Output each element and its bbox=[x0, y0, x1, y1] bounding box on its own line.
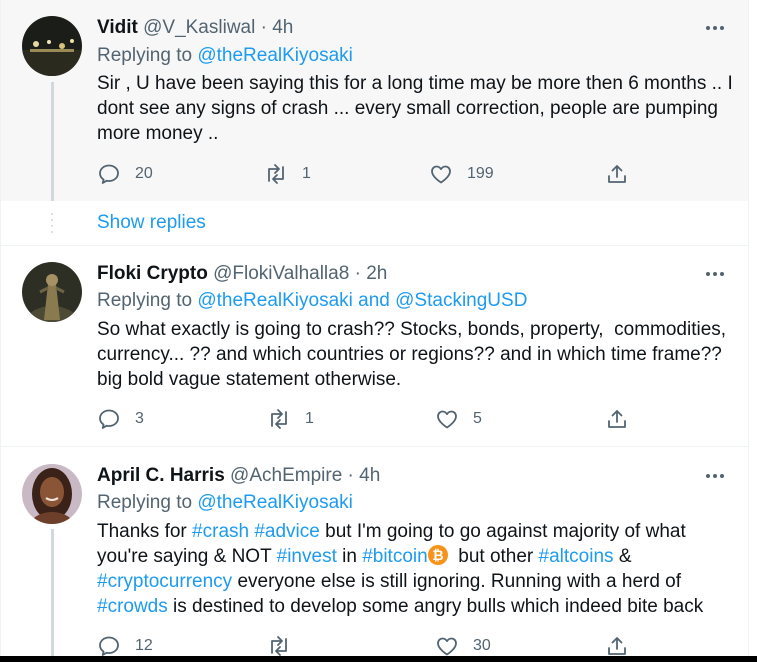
handle[interactable]: @AchEmpire bbox=[230, 465, 342, 486]
reply-icon bbox=[99, 636, 119, 656]
show-replies-link[interactable]: Show replies bbox=[97, 211, 206, 235]
mention-link[interactable]: @theRealKiyosaki bbox=[197, 290, 353, 311]
reply-action[interactable]: 20 bbox=[97, 162, 153, 186]
text-segment: is destined to develop some angry bulls … bbox=[167, 596, 704, 617]
timestamp[interactable]: 4h bbox=[359, 465, 380, 486]
svg-text:₿: ₿ bbox=[432, 548, 443, 564]
dot-separator: · bbox=[354, 263, 361, 284]
avatar[interactable] bbox=[22, 464, 82, 524]
hashtag-link[interactable]: #altcoins bbox=[539, 546, 614, 567]
retweet-action[interactable] bbox=[267, 634, 305, 658]
tweet-april[interactable]: April C. Harris @AchEmpire · 4h Replying… bbox=[1, 447, 748, 662]
reply-count: 12 bbox=[135, 637, 153, 654]
bottom-edge-bar bbox=[0, 656, 757, 662]
tweet-header: Vidit @V_Kasliwal · 4h bbox=[97, 16, 293, 40]
hashtag-link[interactable]: #crash bbox=[192, 521, 249, 542]
reply-icon bbox=[99, 164, 119, 184]
handle[interactable]: @FlokiValhalla8 bbox=[213, 263, 349, 284]
display-name[interactable]: Vidit bbox=[97, 17, 138, 38]
handle[interactable]: @V_Kasliwal bbox=[143, 17, 255, 38]
thread-line bbox=[51, 529, 54, 662]
thread-line bbox=[51, 82, 54, 201]
more-icon[interactable] bbox=[704, 263, 726, 285]
retweet-icon bbox=[268, 164, 284, 184]
text-segment: Thanks for bbox=[97, 521, 193, 542]
text-segment: everyone else is still ignoring. Running… bbox=[232, 571, 687, 592]
retweet-icon bbox=[271, 636, 287, 656]
share-icon bbox=[608, 165, 626, 183]
tweet-floki[interactable]: Floki Crypto @FlokiValhalla8 · 2h Replyi… bbox=[1, 246, 748, 446]
tweet-text: Thanks for #crash #advice but I'm going … bbox=[97, 519, 737, 619]
like-count: 5 bbox=[473, 410, 482, 427]
like-icon bbox=[437, 410, 457, 429]
dot-separator: · bbox=[260, 17, 267, 38]
replying-label: Replying to bbox=[97, 45, 193, 66]
display-name[interactable]: April C. Harris bbox=[97, 465, 225, 486]
hashtag-link[interactable]: #bitcoin bbox=[362, 546, 428, 567]
retweet-action[interactable]: 1 bbox=[264, 162, 311, 186]
hashtag-link[interactable]: #invest bbox=[277, 546, 337, 567]
replying-label: Replying to bbox=[97, 492, 193, 513]
replying-to: Replying to @theRealKiyosaki and @Stacki… bbox=[97, 289, 527, 313]
avatar[interactable] bbox=[22, 262, 82, 322]
reply-icon bbox=[99, 409, 119, 429]
replying-label: Replying to bbox=[97, 290, 193, 311]
mention-link[interactable]: @theRealKiyosaki bbox=[197, 45, 353, 66]
retweet-count: 1 bbox=[305, 410, 314, 427]
like-count: 199 bbox=[467, 165, 494, 182]
share-action[interactable] bbox=[605, 162, 629, 186]
tweet-vidit[interactable]: Vidit @V_Kasliwal · 4h Replying to @theR… bbox=[1, 0, 748, 201]
share-icon bbox=[608, 410, 626, 428]
reply-action[interactable]: 3 bbox=[97, 407, 144, 431]
tweet-text: So what exactly is going to crash?? Stoc… bbox=[97, 319, 732, 390]
reply-action[interactable]: 12 bbox=[97, 634, 153, 658]
reply-thread: Vidit @V_Kasliwal · 4h Replying to @theR… bbox=[0, 0, 749, 662]
retweet-icon bbox=[271, 409, 287, 429]
text-segment: in bbox=[336, 546, 363, 567]
hashtag-link[interactable]: #cryptocurrency bbox=[97, 571, 232, 592]
tweet-header: April C. Harris @AchEmpire · 4h bbox=[97, 464, 380, 488]
display-name[interactable]: Floki Crypto bbox=[97, 263, 208, 284]
like-action[interactable]: 30 bbox=[435, 634, 491, 658]
retweet-action[interactable]: 1 bbox=[267, 407, 314, 431]
more-icon[interactable] bbox=[704, 465, 726, 487]
dot-separator: · bbox=[347, 465, 354, 486]
mention-joiner: and bbox=[358, 290, 390, 311]
tweet-header: Floki Crypto @FlokiValhalla8 · 2h bbox=[97, 262, 387, 286]
reply-count: 3 bbox=[135, 410, 144, 427]
bitcoin-emoji: ₿ bbox=[427, 545, 448, 565]
mention-link[interactable]: @StackingUSD bbox=[395, 290, 527, 311]
like-action[interactable]: 199 bbox=[429, 162, 494, 186]
timestamp[interactable]: 2h bbox=[366, 263, 387, 284]
like-action[interactable]: 5 bbox=[435, 407, 482, 431]
text-segment: but other bbox=[447, 546, 539, 567]
hashtag-link[interactable]: #crowds bbox=[97, 596, 168, 617]
share-action[interactable] bbox=[605, 634, 629, 658]
text-segment: & bbox=[613, 546, 637, 567]
like-icon bbox=[431, 165, 451, 184]
mention-link[interactable]: @theRealKiyosaki bbox=[197, 492, 353, 513]
share-icon bbox=[608, 637, 626, 655]
like-icon bbox=[437, 637, 457, 656]
avatar[interactable] bbox=[22, 16, 82, 76]
timestamp[interactable]: 4h bbox=[272, 17, 293, 38]
thread-dots bbox=[51, 213, 53, 233]
more-icon[interactable] bbox=[704, 17, 726, 39]
reply-count: 20 bbox=[135, 165, 153, 182]
hashtag-link[interactable]: #advice bbox=[254, 521, 320, 542]
share-action[interactable] bbox=[605, 407, 629, 431]
retweet-count: 1 bbox=[302, 165, 311, 182]
replying-to: Replying to @theRealKiyosaki bbox=[97, 491, 353, 515]
replying-to: Replying to @theRealKiyosaki bbox=[97, 44, 353, 68]
tweet-text: Sir , U have been saying this for a long… bbox=[97, 73, 739, 144]
like-count: 30 bbox=[473, 637, 491, 654]
